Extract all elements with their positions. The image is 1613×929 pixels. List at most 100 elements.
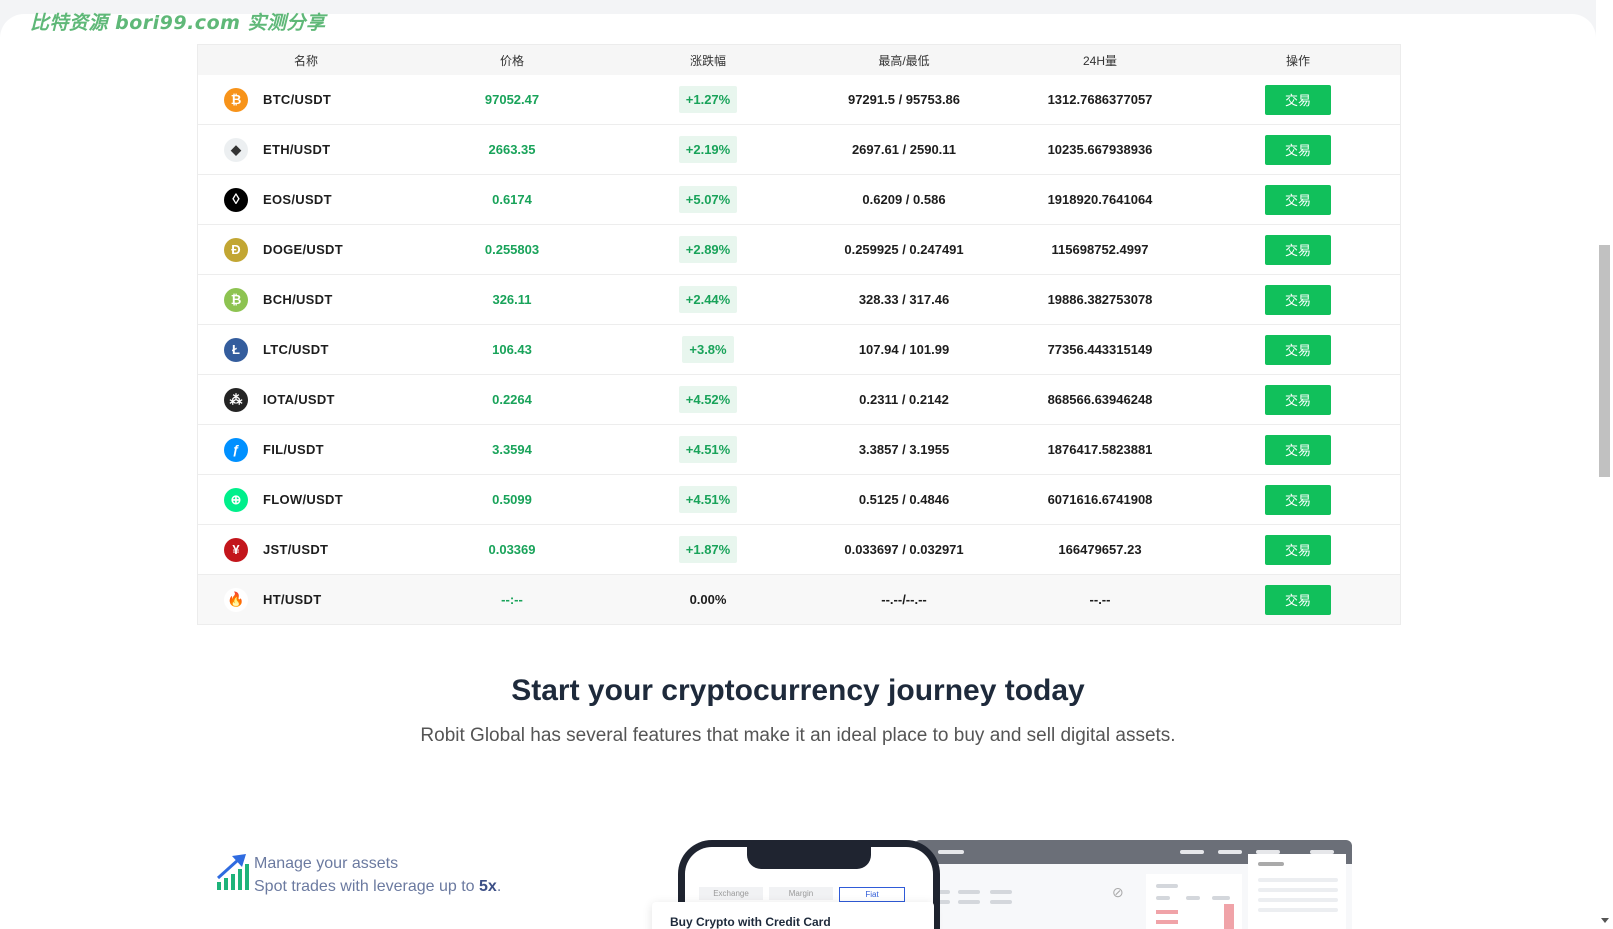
header-high-low: 最高/最低 <box>878 53 930 68</box>
pair-label: BTC/USDT <box>263 92 332 107</box>
action-cell: 交易 <box>1198 84 1398 115</box>
trade-button[interactable]: 交易 <box>1265 534 1331 565</box>
high-low-cell: 97291.5 / 95753.86 <box>847 92 961 107</box>
feature-manage-assets: Manage your assets Spot trades with leve… <box>216 852 501 898</box>
price-cell: 326.11 <box>492 292 532 307</box>
trade-button[interactable]: 交易 <box>1265 434 1331 465</box>
table-row[interactable]: ƒ FIL/USDT 3.3594 +4.51% 3.3857 / 3.1955 1876… <box>198 425 1400 475</box>
pair-cell: ¥ JST/USDT <box>198 537 414 562</box>
table-row[interactable]: ¥ JST/USDT 0.03369 +1.87% 0.033697 / 0.03297… <box>198 525 1400 575</box>
table-header: 名称 价格 涨跌幅 最高/最低 24H量 操作 <box>198 45 1400 75</box>
volume-cell: --.-- <box>1089 592 1111 607</box>
high-low-cell: 0.6209 / 0.586 <box>862 192 946 207</box>
eth-icon: ◆ <box>224 137 248 162</box>
change-cell: +1.87% <box>610 536 806 563</box>
action-cell: 交易 <box>1198 234 1398 265</box>
pair-cell: ◊ EOS/USDT <box>198 187 414 212</box>
iota-icon: ⁂ <box>224 387 248 412</box>
price-cell: 0.2264 <box>492 392 532 407</box>
page-scrollbar[interactable] <box>1596 0 1613 929</box>
change-badge: +2.89% <box>678 236 738 263</box>
change-badge: +4.52% <box>678 386 738 413</box>
pair-label: HT/USDT <box>263 592 322 607</box>
page: 名称 价格 涨跌幅 最高/最低 24H量 操作 ₿ BTC/USDT 97052.4… <box>0 14 1596 929</box>
table-row[interactable]: ₿ BTC/USDT 97052.47 +1.27% 97291.5 / 95753.8… <box>198 75 1400 125</box>
price-cell: 0.5099 <box>492 492 532 507</box>
change-badge: +4.51% <box>678 486 738 513</box>
hidden-eye-icon: ⊘ <box>1112 884 1124 900</box>
eos-icon: ◊ <box>224 187 248 212</box>
table-row[interactable]: ⊕ FLOW/USDT 0.5099 +4.51% 0.5125 / 0.4846 607… <box>198 475 1400 525</box>
feature-line1: Manage your assets <box>254 855 399 872</box>
table-row[interactable]: Ł LTC/USDT 106.43 +3.8% 107.94 / 101.99 77356… <box>198 325 1400 375</box>
change-badge: 0.00% <box>689 592 727 607</box>
action-cell: 交易 <box>1198 434 1398 465</box>
action-cell: 交易 <box>1198 184 1398 215</box>
volume-cell: 1876417.5823881 <box>1047 442 1153 457</box>
action-cell: 交易 <box>1198 534 1398 565</box>
header-action: 操作 <box>1285 53 1310 68</box>
bch-icon: ₿ <box>224 287 248 312</box>
fil-icon: ƒ <box>224 437 248 462</box>
action-cell: 交易 <box>1198 484 1398 515</box>
desktop-mockup: ⊘ <box>914 840 1352 929</box>
high-low-cell: 0.033697 / 0.032971 <box>844 542 964 557</box>
trade-button[interactable]: 交易 <box>1265 484 1331 515</box>
trade-button[interactable]: 交易 <box>1265 184 1331 215</box>
table-row[interactable]: ◆ ETH/USDT 2663.35 +2.19% 2697.61 / 2590.11 1… <box>198 125 1400 175</box>
change-badge: +1.27% <box>678 86 738 113</box>
pair-cell: ₿ BTC/USDT <box>198 87 414 112</box>
pair-label: FLOW/USDT <box>263 492 343 507</box>
high-low-cell: 0.259925 / 0.247491 <box>844 242 964 257</box>
scroll-down-arrow-icon[interactable] <box>1601 918 1609 923</box>
change-cell: +4.51% <box>610 436 806 463</box>
doge-icon: Ð <box>224 237 248 262</box>
trade-button[interactable]: 交易 <box>1265 84 1331 115</box>
volume-cell: 115698752.4997 <box>1051 242 1149 257</box>
pair-label: FIL/USDT <box>263 442 324 457</box>
volume-cell: 77356.443315149 <box>1047 342 1153 357</box>
table-row[interactable]: Ð DOGE/USDT 0.255803 +2.89% 0.259925 / 0.247… <box>198 225 1400 275</box>
table-row[interactable]: ₿ BCH/USDT 326.11 +2.44% 328.33 / 317.46 1988… <box>198 275 1400 325</box>
volume-cell: 6071616.6741908 <box>1047 492 1153 507</box>
table-row[interactable]: ◊ EOS/USDT 0.6174 +5.07% 0.6209 / 0.586 19189… <box>198 175 1400 225</box>
btc-icon: ₿ <box>224 87 248 112</box>
leverage-value: 5x <box>479 878 497 895</box>
scrollbar-thumb[interactable] <box>1599 245 1610 477</box>
price-cell: 0.03369 <box>488 542 536 557</box>
price-cell: 0.255803 <box>484 242 540 257</box>
pair-cell: ◆ ETH/USDT <box>198 137 414 162</box>
high-low-cell: 328.33 / 317.46 <box>858 292 950 307</box>
change-cell: 0.00% <box>610 592 806 607</box>
price-cell: --:-- <box>501 592 523 607</box>
change-badge: +3.8% <box>682 336 734 363</box>
header-price: 价格 <box>499 53 524 68</box>
pair-cell: ƒ FIL/USDT <box>198 437 414 462</box>
trade-button[interactable]: 交易 <box>1265 234 1331 265</box>
action-cell: 交易 <box>1198 284 1398 315</box>
change-cell: +3.8% <box>610 336 806 363</box>
trade-button[interactable]: 交易 <box>1265 284 1331 315</box>
pair-label: LTC/USDT <box>263 342 329 357</box>
trade-button[interactable]: 交易 <box>1265 334 1331 365</box>
pair-cell: Ł LTC/USDT <box>198 337 414 362</box>
tab-exchange: Exchange <box>699 887 763 900</box>
volume-cell: 10235.667938936 <box>1047 142 1153 157</box>
tab-margin: Margin <box>769 887 833 900</box>
high-low-cell: 0.5125 / 0.4846 <box>858 492 950 507</box>
change-badge: +4.51% <box>678 436 738 463</box>
trade-button[interactable]: 交易 <box>1265 134 1331 165</box>
high-low-cell: 2697.61 / 2590.11 <box>851 142 957 157</box>
change-badge: +2.44% <box>678 286 738 313</box>
change-badge: +2.19% <box>678 136 738 163</box>
high-low-cell: 3.3857 / 3.1955 <box>858 442 950 457</box>
change-badge: +5.07% <box>678 186 738 213</box>
trade-button[interactable]: 交易 <box>1265 384 1331 415</box>
price-cell: 0.6174 <box>492 192 532 207</box>
table-row[interactable]: ⁂ IOTA/USDT 0.2264 +4.52% 0.2311 / 0.2142 868… <box>198 375 1400 425</box>
pair-label: ETH/USDT <box>263 142 331 157</box>
pair-label: EOS/USDT <box>263 192 332 207</box>
table-row[interactable]: 🔥 HT/USDT --:-- 0.00% --.--/--.-- --.-- 交易 <box>198 575 1400 625</box>
jst-icon: ¥ <box>224 537 248 562</box>
trade-button[interactable]: 交易 <box>1265 584 1331 615</box>
